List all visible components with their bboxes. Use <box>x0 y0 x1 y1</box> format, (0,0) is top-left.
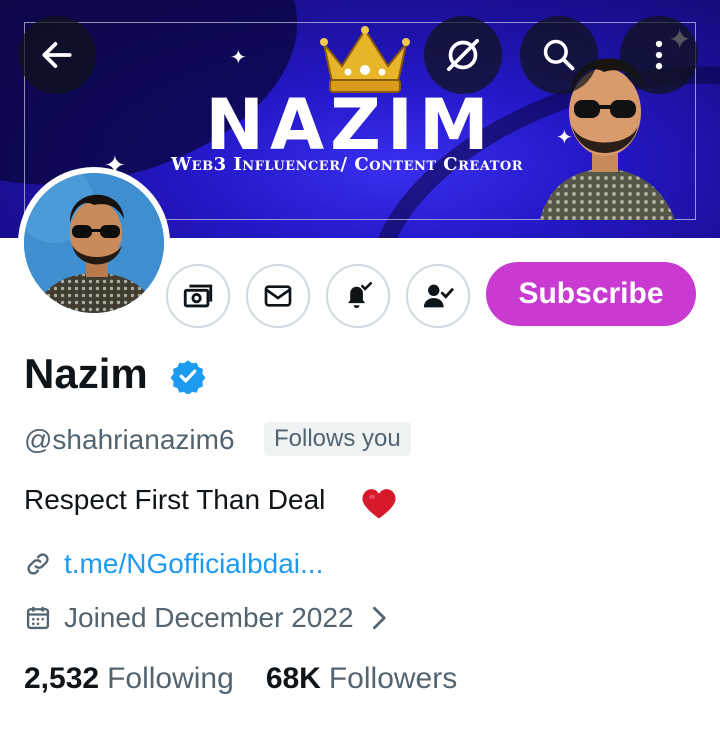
follows-you-badge: Follows you <box>264 422 411 456</box>
following-button[interactable] <box>406 264 470 328</box>
search-button[interactable] <box>520 16 598 94</box>
profile-stats: 2,532 Following 68K Followers <box>24 662 457 696</box>
profile-name: Nazim <box>24 350 148 397</box>
chevron-right-icon[interactable] <box>370 604 390 632</box>
calendar-icon <box>26 606 50 630</box>
search-icon <box>543 39 575 71</box>
message-icon <box>264 285 292 307</box>
verified-badge-icon[interactable] <box>170 358 206 394</box>
following-icon <box>423 284 454 308</box>
followers-stat[interactable]: 68K Followers <box>266 662 457 696</box>
profile-link-row[interactable]: t.me/NGofficialbdai... <box>24 548 323 580</box>
profile-link[interactable]: t.me/NGofficialbdai... <box>64 548 323 580</box>
subscribe-button[interactable]: Subscribe <box>486 262 696 326</box>
link-icon <box>27 553 49 575</box>
arrow-left-icon <box>42 42 72 68</box>
following-stat[interactable]: 2,532 Following <box>24 662 234 696</box>
tip-icon <box>183 284 213 308</box>
more-vertical-icon <box>655 40 663 70</box>
tip-button[interactable] <box>166 264 230 328</box>
following-count: 2,532 <box>24 662 100 695</box>
red-heart-icon <box>362 489 396 519</box>
back-button[interactable] <box>18 16 96 94</box>
grok-button[interactable] <box>424 16 502 94</box>
followers-count: 68K <box>265 662 321 695</box>
avatar-image <box>24 173 164 313</box>
grok-icon <box>447 39 479 71</box>
notification-bell-icon <box>348 281 373 309</box>
message-button[interactable] <box>246 264 310 328</box>
joined-row[interactable]: Joined December 2022 <box>24 602 390 634</box>
following-label: Following <box>107 662 234 695</box>
profile-avatar[interactable] <box>18 167 170 319</box>
sparkle-icon: ✦ <box>230 47 247 69</box>
notifications-button[interactable] <box>326 264 390 328</box>
joined-date: Joined December 2022 <box>64 602 354 633</box>
followers-label: Followers <box>328 662 458 695</box>
profile-handle: @shahrianazim6 <box>24 424 235 455</box>
profile-bio: Respect First Than Deal <box>24 484 326 515</box>
more-button[interactable] <box>620 16 698 94</box>
